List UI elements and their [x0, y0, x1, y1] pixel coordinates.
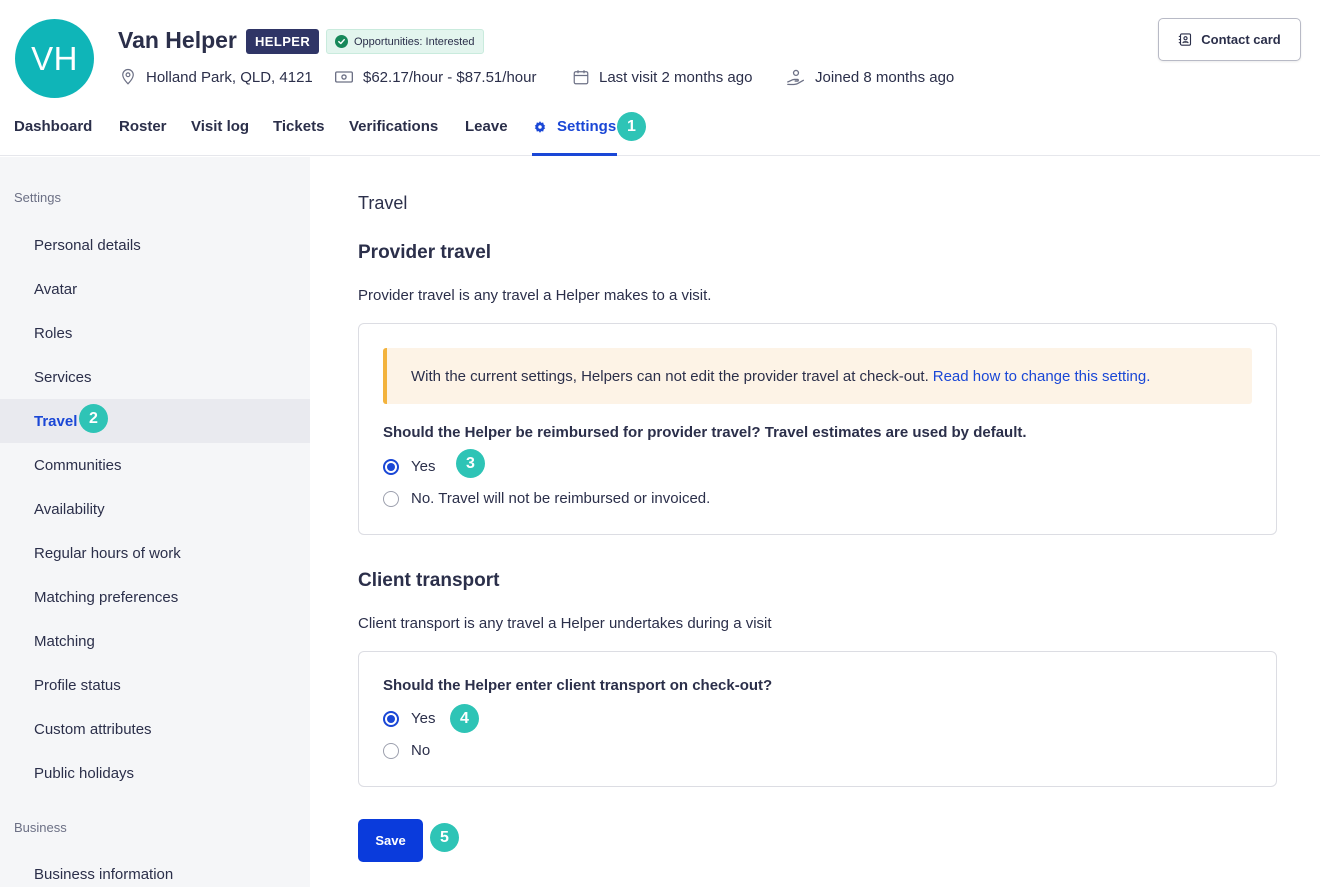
tab-tickets[interactable]: Tickets: [273, 118, 324, 135]
check-circle-icon: [335, 35, 348, 48]
save-button[interactable]: Save: [358, 819, 423, 862]
sidebar-item-communities[interactable]: Communities: [0, 443, 310, 487]
tab-roster[interactable]: Roster: [119, 118, 167, 135]
contact-card-label: Contact card: [1201, 32, 1281, 47]
client-transport-option-yes[interactable]: Yes: [383, 710, 435, 727]
client-transport-card: Should the Helper enter client transport…: [358, 651, 1277, 787]
sidebar-item-avatar[interactable]: Avatar: [0, 267, 310, 311]
tab-dashboard[interactable]: Dashboard: [14, 118, 92, 135]
client-transport-heading: Client transport: [358, 570, 500, 591]
profile-header: VH Van Helper HELPER Opportunities: Inte…: [0, 0, 1320, 156]
radio-button-checked[interactable]: [383, 710, 399, 727]
joined-text: Joined 8 months ago: [815, 68, 955, 86]
step-marker-3: 3: [456, 449, 485, 478]
step-marker-1: 1: [617, 112, 646, 141]
gear-icon: [534, 120, 546, 133]
travel-settings-panel: Travel Provider travel Provider travel i…: [310, 157, 1320, 887]
option-label: Yes: [411, 710, 436, 727]
radio-button[interactable]: [383, 490, 399, 507]
rate-text: $62.17/hour - $87.51/hour: [363, 68, 537, 86]
option-label: Yes: [411, 458, 436, 475]
tab-settings[interactable]: Settings: [533, 118, 616, 135]
last-visit-text: Last visit 2 months ago: [599, 68, 753, 86]
rate-meta: $62.17/hour - $87.51/hour: [334, 66, 536, 88]
last-visit-meta: Last visit 2 months ago: [572, 66, 752, 88]
active-tab-indicator: [532, 153, 617, 156]
money-icon: [335, 71, 353, 83]
step-marker-2: 2: [79, 404, 108, 433]
sidebar-item-travel[interactable]: Travel: [0, 399, 310, 443]
sidebar-item-custom-attributes[interactable]: Custom attributes: [0, 707, 310, 751]
client-transport-description: Client transport is any travel a Helper …: [358, 615, 772, 632]
radio-button-checked[interactable]: [383, 458, 399, 475]
location-text: Holland Park, QLD, 4121: [146, 68, 313, 86]
contact-card-button[interactable]: Contact card: [1158, 18, 1301, 61]
avatar: VH: [15, 19, 94, 98]
notice-text: With the current settings, Helpers can n…: [411, 367, 929, 385]
provider-travel-question: Should the Helper be reimbursed for prov…: [383, 424, 1027, 441]
tab-visit-log[interactable]: Visit log: [191, 118, 249, 135]
option-label: No. Travel will not be reimbursed or inv…: [411, 490, 711, 507]
sidebar-item-roles[interactable]: Roles: [0, 311, 310, 355]
sidebar-heading-business: Business: [14, 820, 67, 835]
sidebar-item-business-information[interactable]: Business information: [0, 852, 310, 887]
client-transport-option-no[interactable]: No: [383, 742, 430, 759]
opportunity-status-label: Opportunities: Interested: [354, 35, 475, 48]
sidebar-item-regular-hours[interactable]: Regular hours of work: [0, 531, 310, 575]
provider-travel-option-yes[interactable]: Yes: [383, 458, 435, 475]
provider-travel-option-no[interactable]: No. Travel will not be reimbursed or inv…: [383, 490, 710, 507]
client-transport-question: Should the Helper enter client transport…: [383, 677, 773, 694]
provider-travel-heading: Provider travel: [358, 242, 492, 263]
location-pin-icon: [122, 68, 134, 85]
radio-button[interactable]: [383, 742, 399, 759]
location-meta: Holland Park, QLD, 4121: [119, 66, 313, 88]
sidebar-item-availability[interactable]: Availability: [0, 487, 310, 531]
tab-leave[interactable]: Leave: [465, 118, 508, 135]
tab-settings-label: Settings: [557, 118, 617, 135]
helper-name: Van Helper: [118, 27, 237, 53]
option-label: No: [411, 742, 431, 759]
settings-sidebar: Settings Personal details Avatar Roles S…: [0, 157, 310, 887]
provider-travel-card: With the current settings, Helpers can n…: [358, 323, 1277, 535]
tab-verifications[interactable]: Verifications: [349, 118, 438, 135]
sidebar-item-public-holidays[interactable]: Public holidays: [0, 751, 310, 795]
sidebar-heading-settings: Settings: [14, 190, 61, 205]
joined-meta: Joined 8 months ago: [786, 66, 954, 88]
page-title: Travel: [358, 193, 408, 213]
provider-travel-notice: With the current settings, Helpers can n…: [383, 348, 1252, 404]
role-badge: HELPER: [246, 29, 320, 54]
sidebar-item-services[interactable]: Services: [0, 355, 310, 399]
notice-help-link[interactable]: Read how to change this setting.: [933, 368, 1151, 385]
sidebar-item-matching-preferences[interactable]: Matching preferences: [0, 575, 310, 619]
sidebar-item-matching[interactable]: Matching: [0, 619, 310, 663]
provider-travel-description: Provider travel is any travel a Helper m…: [358, 287, 712, 304]
contact-card-icon: [1178, 33, 1192, 46]
calendar-icon: [573, 70, 589, 85]
step-marker-4: 4: [450, 704, 479, 733]
handshake-icon: [787, 69, 805, 86]
opportunity-status-badge: Opportunities: Interested: [326, 29, 485, 54]
sidebar-item-profile-status[interactable]: Profile status: [0, 663, 310, 707]
sidebar-item-personal-details[interactable]: Personal details: [0, 223, 310, 267]
step-marker-5: 5: [430, 823, 459, 852]
